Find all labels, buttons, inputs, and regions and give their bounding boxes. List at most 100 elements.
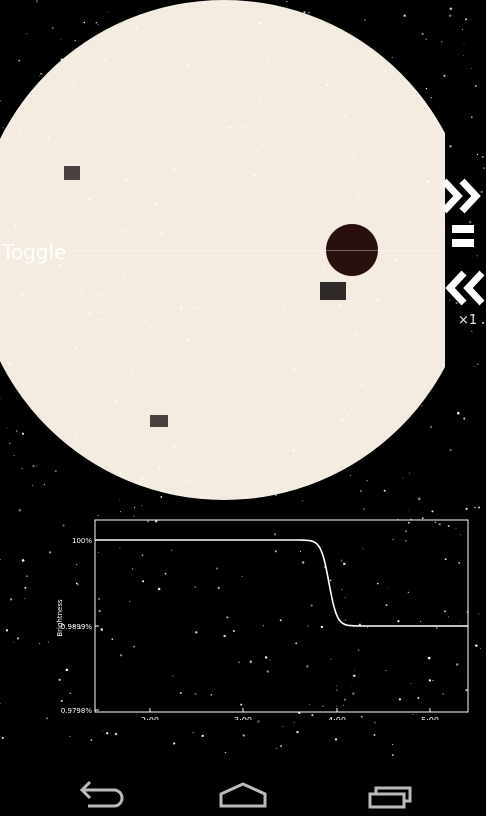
sun-speckle [344,468,347,471]
sun-speckle [185,479,188,482]
sun-speckle [413,1,415,3]
sun-speckle [8,363,12,366]
sun-speckle [69,290,73,293]
sun-speckle [271,281,274,284]
sunspot [150,415,168,427]
sun-speckle [369,181,371,184]
sun-speckle [81,430,83,432]
sun-speckle [317,401,320,404]
sun-speckle [10,284,13,287]
sun-speckle [422,24,425,27]
sun-speckle [336,68,338,71]
sun-speckle [139,36,141,38]
sun-speckle [221,213,223,215]
sunspot [320,282,346,300]
sun-speckle [266,57,270,60]
sun-speckle [229,125,232,128]
sun-speckle [259,22,262,25]
home-icon[interactable] [193,764,293,816]
sun-speckle [137,161,140,165]
sun-speckle [135,26,139,29]
pause-icon[interactable] [440,223,486,259]
sun-speckle [205,153,208,156]
sun-speckle [41,0,44,3]
sun-speckle [292,311,295,314]
sun-speckle [77,164,79,167]
sun-speckle [367,45,370,48]
sun-speckle [20,433,23,436]
sun-speckle [356,196,360,199]
sun-speckle [24,360,27,362]
sun-speckle [440,385,443,387]
sun-speckle [376,298,380,302]
sun-speckle [39,31,43,35]
sun-speckle [309,268,311,270]
sun-speckle [352,489,354,491]
sun-speckle [160,232,163,235]
sun-speckle [145,473,147,476]
sun-speckle [353,304,355,307]
sun-speckle [383,164,385,167]
sun-speckle [275,318,277,321]
sun-speckle [95,200,98,203]
sun-speckle [124,230,127,233]
sun-speckle [119,471,122,475]
sun-speckle [255,150,258,153]
sun-speckle [10,29,14,32]
x-tick-label: 4:00 [328,716,346,720]
sun-speckle [411,495,414,498]
sun-speckle [233,273,236,275]
sun-speckle [41,56,44,59]
sun-speckle [139,18,141,20]
sun-speckle [47,20,49,23]
sun-speckle [138,87,141,90]
x-tick-label: 3:00 [234,716,252,720]
sun-speckle [65,318,67,320]
sun-speckle [71,83,75,87]
sun-speckle [426,180,430,183]
sun-speckle [187,218,190,221]
sun-speckle [367,432,370,435]
sun-speckle [14,224,17,228]
sun-speckle [19,376,22,379]
sun-speckle [79,324,81,326]
sun-speckle [201,485,203,488]
sun-speckle [159,58,162,61]
sun-speckle [185,6,188,8]
sun-speckle [356,99,359,103]
sun-speckle [72,199,74,201]
toggle-button[interactable]: Toggle [2,240,66,264]
sun-speckle [291,259,295,262]
sun-speckle [327,222,330,225]
back-icon[interactable] [48,764,148,816]
fast-forward-icon[interactable] [440,175,486,217]
sun-speckle [358,88,360,90]
sun-speckle [357,453,360,455]
sun-speckle [346,413,349,416]
sun-speckle [334,52,336,55]
sun-speckle [428,474,430,477]
sun-speckle [277,350,280,353]
sun-speckle [382,377,384,380]
sun-speckle [408,0,411,2]
sun-speckle [86,311,90,314]
sun-speckle [440,376,444,379]
y-axis-label: Brightness [56,599,64,637]
sun-speckle [325,83,329,87]
navigation-bar [0,764,486,816]
sun-speckle [241,386,243,388]
sun-speckle [249,349,251,351]
sun-speckle [345,173,348,176]
sun-speckle [229,56,231,58]
recent-apps-icon[interactable] [340,764,440,816]
sun-speckle [127,467,129,470]
rewind-icon[interactable] [440,267,486,309]
sun-speckle [304,0,307,4]
sun-speckle [407,176,409,178]
sun-speckle [87,198,91,201]
x-tick-label: 5:00 [421,716,439,720]
sun-speckle [210,459,213,462]
sun-speckle [341,418,344,421]
sun-speckle [177,380,179,382]
sun-speckle [45,185,47,187]
